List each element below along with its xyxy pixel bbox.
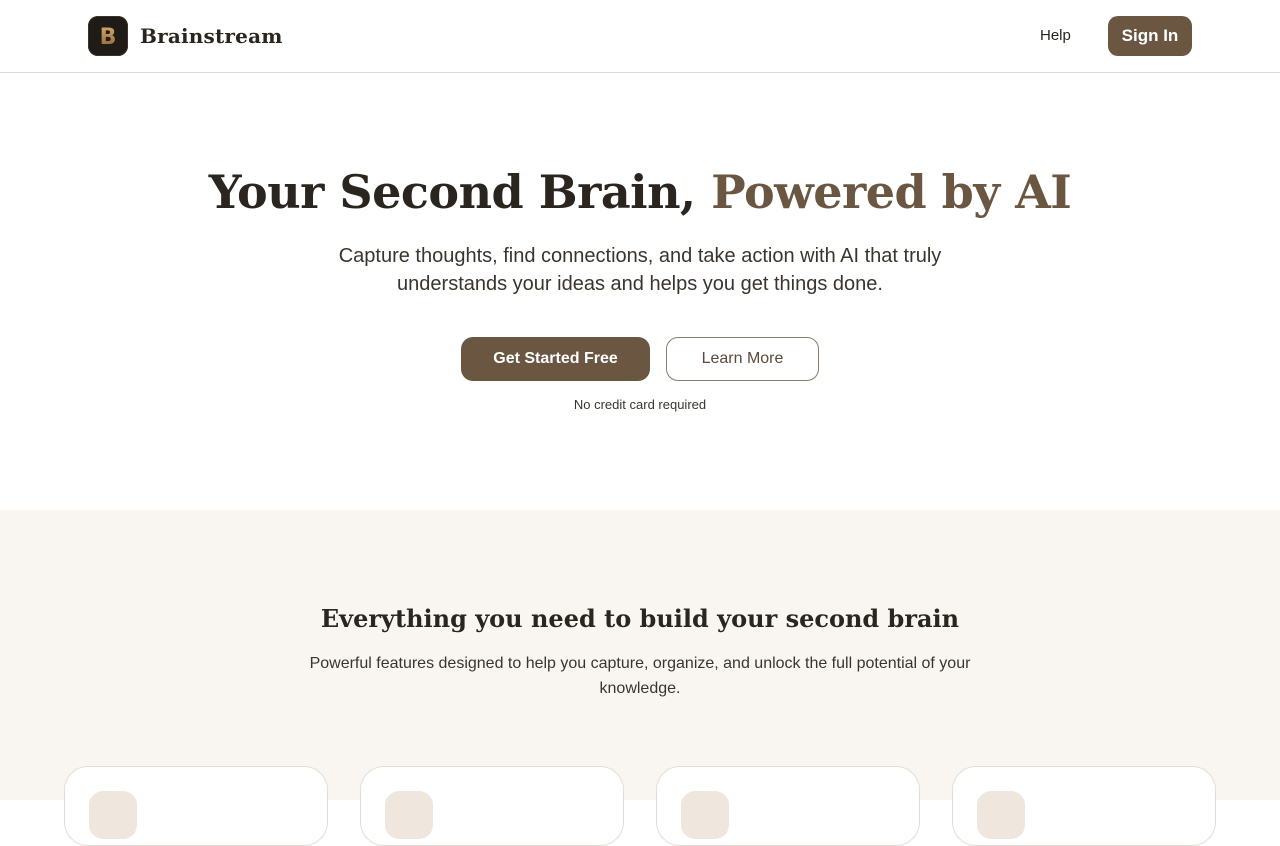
feature-icon xyxy=(89,791,137,839)
brand[interactable]: B Brainstream xyxy=(88,16,283,56)
feature-cards xyxy=(64,766,1216,846)
features-subtitle: Powerful features designed to help you c… xyxy=(309,655,971,697)
sign-in-button[interactable]: Sign In xyxy=(1108,16,1192,56)
hero-section: Your Second Brain, Powered by AI Capture… xyxy=(0,73,1280,510)
feature-card xyxy=(656,766,920,846)
brand-name[interactable]: Brainstream xyxy=(140,24,283,48)
feature-icon xyxy=(385,791,433,839)
svg-text:B: B xyxy=(100,25,117,50)
hero-title-main: Your Second Brain, xyxy=(208,165,712,219)
feature-icon xyxy=(681,791,729,839)
feature-card xyxy=(64,766,328,846)
features-section: Everything you need to build your second… xyxy=(0,510,1280,846)
learn-more-button[interactable]: Learn More xyxy=(666,337,819,381)
feature-card xyxy=(952,766,1216,846)
features-title: Everything you need to build your second… xyxy=(320,604,960,633)
brand-logo-icon[interactable]: B xyxy=(88,16,128,56)
no-credit-card-note: No credit card required xyxy=(573,397,707,412)
hero-subtitle: Capture thoughts, find connections, and … xyxy=(338,245,942,295)
nav-help-link[interactable]: Help xyxy=(1040,27,1071,44)
get-started-button[interactable]: Get Started Free xyxy=(461,337,650,381)
feature-card xyxy=(360,766,624,846)
hero-actions: Get Started Free Learn More xyxy=(461,337,819,381)
hero-title-accent: Powered by AI xyxy=(711,165,1072,219)
hero-title: Your Second Brain, Powered by AI xyxy=(0,165,1280,219)
site-header: B Brainstream Help Sign In xyxy=(0,0,1280,73)
feature-icon xyxy=(977,791,1025,839)
